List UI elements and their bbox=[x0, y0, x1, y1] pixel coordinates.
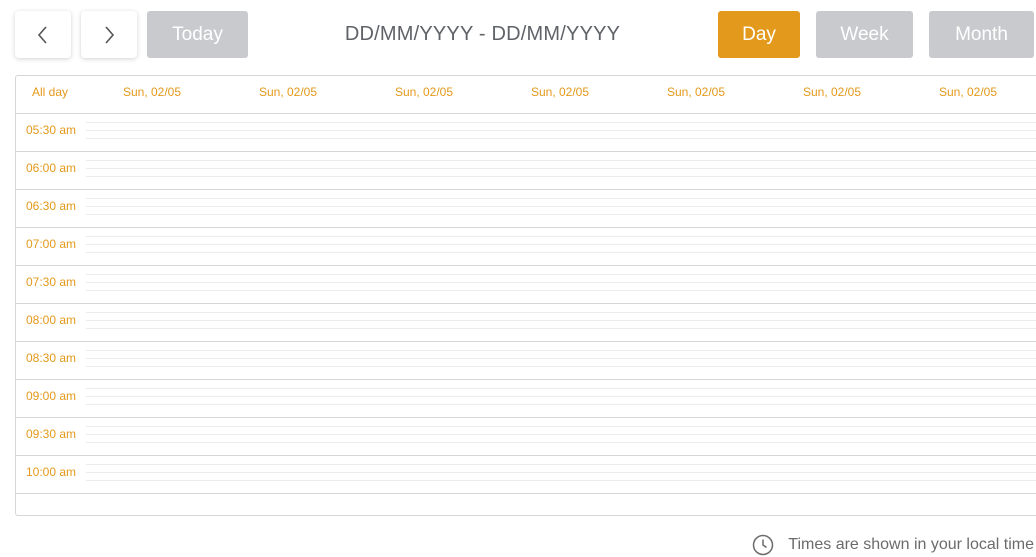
time-label: 07:30 am bbox=[25, 275, 77, 289]
day-header: Sun, 02/05 bbox=[530, 85, 590, 99]
time-slot-row[interactable]: 06:00 am bbox=[16, 152, 1036, 190]
slot-divider bbox=[86, 206, 1036, 207]
previous-button[interactable] bbox=[15, 11, 71, 58]
time-slot-row[interactable]: 05:30 am bbox=[16, 114, 1036, 152]
time-slot-row[interactable]: 09:00 am bbox=[16, 380, 1036, 418]
chevron-right-icon bbox=[105, 25, 115, 44]
all-day-label: All day bbox=[31, 85, 69, 99]
slot-divider bbox=[86, 282, 1036, 283]
time-label: 10:00 am bbox=[25, 465, 77, 479]
time-slot-row[interactable]: 07:30 am bbox=[16, 266, 1036, 304]
slot-divider bbox=[86, 122, 1036, 123]
time-label: 05:30 am bbox=[25, 123, 77, 137]
time-label: 06:00 am bbox=[25, 161, 77, 175]
slot-divider bbox=[86, 396, 1036, 397]
slot-divider bbox=[86, 244, 1036, 245]
time-label: 08:30 am bbox=[25, 351, 77, 365]
clock-icon bbox=[753, 534, 774, 556]
time-label: 06:30 am bbox=[25, 199, 77, 213]
time-label: 07:00 am bbox=[25, 237, 77, 251]
slot-divider bbox=[86, 472, 1036, 473]
date-range-title: DD/MM/YYYY - DD/MM/YYYY bbox=[344, 23, 621, 45]
view-week-button[interactable]: Week bbox=[816, 11, 913, 58]
time-slot-row[interactable]: 10:00 am bbox=[16, 456, 1036, 494]
slot-divider bbox=[86, 236, 1036, 237]
slot-divider bbox=[86, 350, 1036, 351]
day-header: Sun, 02/05 bbox=[666, 85, 726, 99]
slot-divider bbox=[86, 138, 1036, 139]
time-label: 09:00 am bbox=[25, 389, 77, 403]
slot-divider bbox=[86, 328, 1036, 329]
slot-divider bbox=[86, 434, 1036, 435]
slot-divider bbox=[86, 290, 1036, 291]
day-header: Sun, 02/05 bbox=[394, 85, 454, 99]
day-header: Sun, 02/05 bbox=[258, 85, 318, 99]
slot-divider bbox=[86, 312, 1036, 313]
slot-divider bbox=[86, 214, 1036, 215]
time-label: 08:00 am bbox=[25, 313, 77, 327]
slot-divider bbox=[86, 464, 1036, 465]
day-header: Sun, 02/05 bbox=[938, 85, 998, 99]
slot-divider bbox=[86, 176, 1036, 177]
next-button[interactable] bbox=[81, 11, 137, 58]
slot-divider bbox=[86, 274, 1036, 275]
slot-divider bbox=[86, 130, 1036, 131]
slot-divider bbox=[86, 358, 1036, 359]
calendar-header: All day Sun, 02/05 Sun, 02/05 Sun, 02/05… bbox=[16, 76, 1036, 114]
chevron-left-icon bbox=[37, 25, 47, 44]
slot-divider bbox=[86, 426, 1036, 427]
view-day-button[interactable]: Day bbox=[718, 11, 800, 58]
slot-divider bbox=[86, 366, 1036, 367]
slot-divider bbox=[86, 320, 1036, 321]
slot-divider bbox=[86, 160, 1036, 161]
timezone-note: Times are shown in your local time bbox=[752, 534, 1034, 556]
today-button[interactable]: Today bbox=[147, 11, 248, 58]
day-header: Sun, 02/05 bbox=[802, 85, 862, 99]
time-slot-row[interactable]: 08:00 am bbox=[16, 304, 1036, 342]
timezone-note-text: Times are shown in your local time bbox=[788, 536, 1034, 553]
time-slot-row[interactable]: 08:30 am bbox=[16, 342, 1036, 380]
time-label: 09:30 am bbox=[25, 427, 77, 441]
slot-divider bbox=[86, 198, 1036, 199]
time-slot-row[interactable]: 06:30 am bbox=[16, 190, 1036, 228]
time-slot-row[interactable]: 07:00 am bbox=[16, 228, 1036, 266]
calendar-grid: All day Sun, 02/05 Sun, 02/05 Sun, 02/05… bbox=[15, 75, 1036, 516]
slot-divider bbox=[86, 388, 1036, 389]
slot-divider bbox=[86, 252, 1036, 253]
slot-divider bbox=[86, 168, 1036, 169]
day-header: Sun, 02/05 bbox=[122, 85, 182, 99]
time-slot-row[interactable]: 09:30 am bbox=[16, 418, 1036, 456]
slot-divider bbox=[86, 442, 1036, 443]
view-month-button[interactable]: Month bbox=[929, 11, 1034, 58]
slot-divider bbox=[86, 480, 1036, 481]
slot-divider bbox=[86, 404, 1036, 405]
